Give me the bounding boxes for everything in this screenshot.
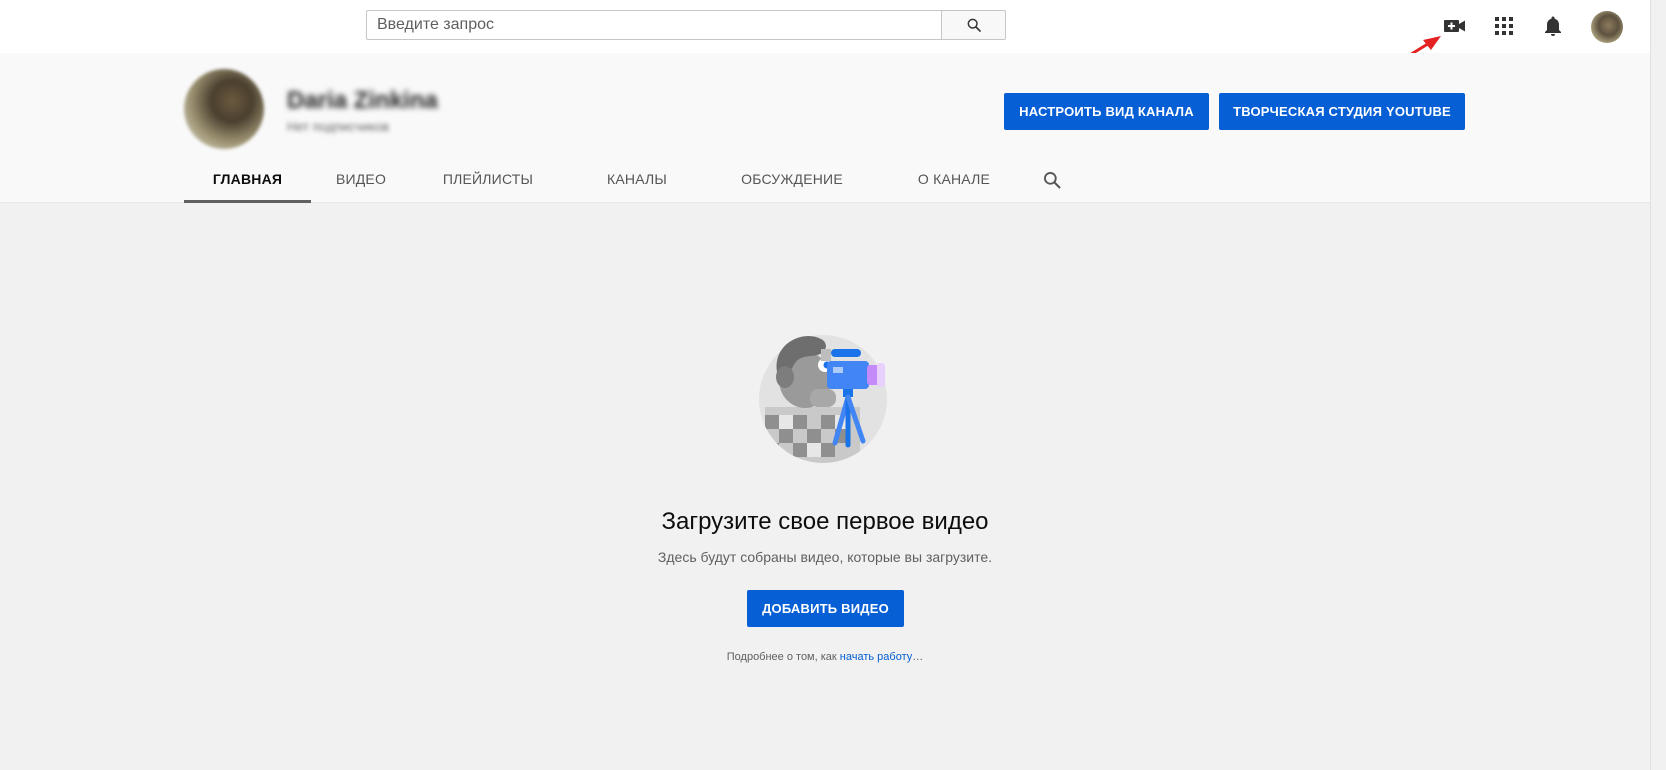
subscriber-count: Нет подписчиков xyxy=(287,119,389,134)
tab-about[interactable]: О КАНАЛЕ xyxy=(899,156,1009,203)
add-video-button[interactable]: ДОБАВИТЬ ВИДЕО xyxy=(747,590,904,627)
apps-grid-icon xyxy=(1495,17,1513,35)
channel-avatar xyxy=(184,69,264,149)
tab-videos[interactable]: ВИДЕО xyxy=(322,156,400,203)
tab-playlists[interactable]: ПЛЕЙЛИСТЫ xyxy=(429,156,547,203)
cameraman-illustration xyxy=(759,335,887,463)
empty-state-subtitle: Здесь будут собраны видео, которые вы за… xyxy=(657,549,993,565)
search-icon xyxy=(967,18,981,32)
search-button[interactable] xyxy=(941,10,1006,40)
channel-name: Daria Zinkina xyxy=(287,87,438,114)
masthead xyxy=(0,0,1650,53)
tab-home[interactable]: ГЛАВНАЯ xyxy=(184,156,311,203)
youtube-studio-button[interactable]: ТВОРЧЕСКАЯ СТУДИЯ YOUTUBE xyxy=(1219,93,1465,130)
help-text: Подробнее о том, как начать работу… xyxy=(0,651,1650,663)
channel-header: Daria Zinkina Нет подписчиков НАСТРОИТЬ … xyxy=(0,53,1650,203)
notifications-button[interactable] xyxy=(1539,12,1567,40)
tab-discussion[interactable]: ОБСУЖДЕНИЕ xyxy=(725,156,859,203)
bell-icon xyxy=(1545,16,1561,36)
account-avatar[interactable] xyxy=(1591,11,1623,43)
help-text-suffix: … xyxy=(912,651,924,663)
scrollbar[interactable] xyxy=(1650,0,1666,770)
search-input[interactable] xyxy=(366,10,941,40)
tab-channels[interactable]: КАНАЛЫ xyxy=(592,156,682,203)
customize-channel-button[interactable]: НАСТРОИТЬ ВИД КАНАЛА xyxy=(1004,93,1209,130)
help-text-prefix: Подробнее о том, как xyxy=(726,651,840,663)
video-camera-add-icon xyxy=(1444,20,1465,32)
search-icon xyxy=(1044,172,1061,189)
empty-state-title: Загрузите свое первое видео xyxy=(661,508,989,535)
channel-search-button[interactable] xyxy=(1040,168,1064,192)
get-started-link[interactable]: начать работу xyxy=(840,651,912,663)
apps-button[interactable] xyxy=(1490,12,1518,40)
create-video-button[interactable] xyxy=(1441,12,1469,40)
